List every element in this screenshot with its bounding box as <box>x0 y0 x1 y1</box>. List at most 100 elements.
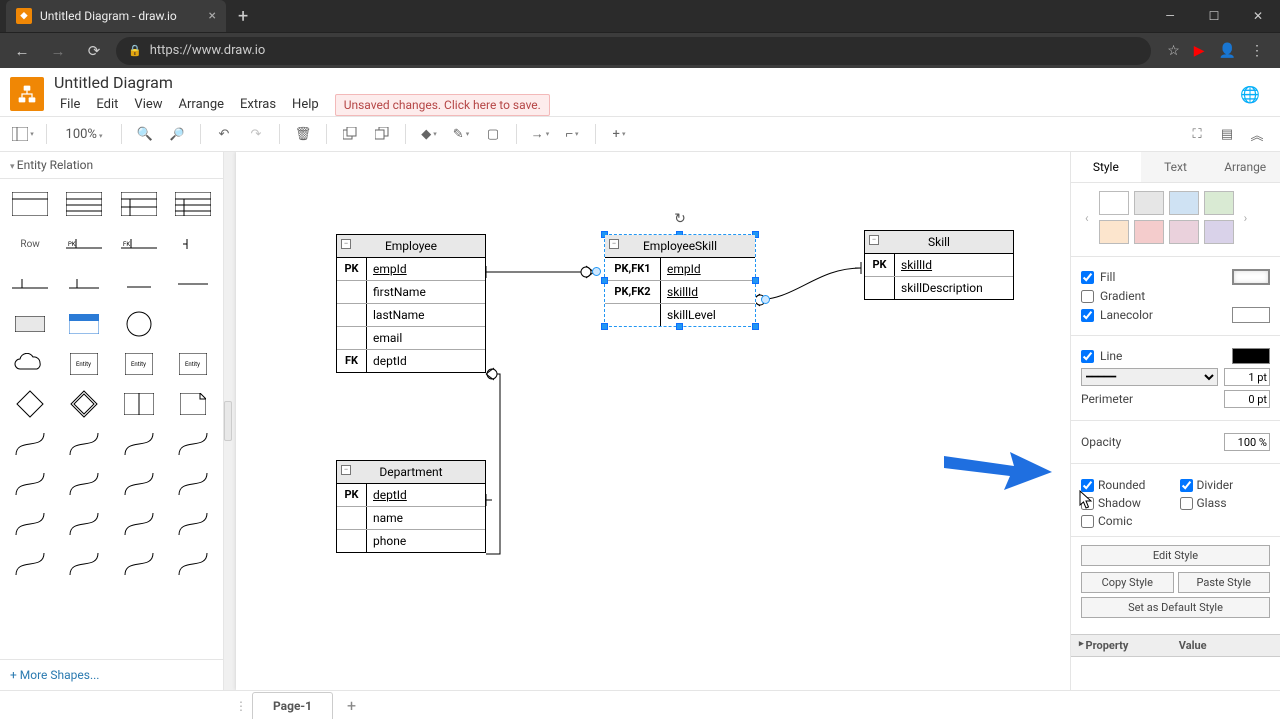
add-page-button[interactable]: + <box>337 692 366 719</box>
rotate-handle-icon[interactable]: ↻ <box>674 211 686 227</box>
fold-icon[interactable]: − <box>869 235 879 245</box>
swatch[interactable] <box>1134 191 1164 215</box>
comic-checkbox[interactable]: Comic <box>1081 514 1172 528</box>
connection-button[interactable]: → <box>527 121 553 147</box>
sidebar-splitter[interactable] <box>224 401 232 441</box>
page-tab-1[interactable]: Page-1 <box>252 692 333 719</box>
shape-entity-3[interactable]: Entity <box>171 347 215 381</box>
properties-header[interactable]: Property Value <box>1071 634 1280 657</box>
menu-edit[interactable]: Edit <box>90 95 124 114</box>
to-front-button[interactable] <box>337 121 363 147</box>
line-checkbox[interactable] <box>1081 350 1094 363</box>
fill-color-chip[interactable] <box>1232 269 1270 285</box>
swatch[interactable] <box>1169 191 1199 215</box>
shape-title-box[interactable] <box>8 307 52 341</box>
set-default-style-button[interactable]: Set as Default Style <box>1081 597 1270 618</box>
shape-row-fk[interactable]: FK <box>117 227 161 261</box>
swatch[interactable] <box>1169 220 1199 244</box>
tab-close-icon[interactable]: × <box>209 8 216 24</box>
gradient-checkbox[interactable] <box>1081 290 1094 303</box>
shape-conn-1[interactable] <box>8 427 52 461</box>
youtube-extension-icon[interactable]: ▶ <box>1194 43 1205 59</box>
zoom-out-button[interactable]: 🔎 <box>164 121 190 147</box>
pages-menu-icon[interactable]: ⋮ <box>234 699 248 713</box>
lanecolor-checkbox[interactable] <box>1081 309 1094 322</box>
fill-color-button[interactable]: ◆ <box>416 121 442 147</box>
shape-circle[interactable] <box>117 307 161 341</box>
shape-blue-box[interactable] <box>62 307 106 341</box>
browser-menu-icon[interactable]: ⋮ <box>1250 43 1264 59</box>
shadow-checkbox[interactable]: Shadow <box>1081 496 1172 510</box>
new-tab-button[interactable]: + <box>226 6 260 27</box>
line-width-input[interactable] <box>1224 368 1270 386</box>
swatch-prev-icon[interactable]: ‹ <box>1081 211 1093 225</box>
shape-conn-3[interactable] <box>117 427 161 461</box>
fold-icon[interactable]: − <box>341 239 351 249</box>
swatch-next-icon[interactable]: › <box>1240 211 1252 225</box>
zoom-level[interactable]: 100% <box>57 127 111 142</box>
shape-conn-6[interactable] <box>62 467 106 501</box>
shape-entity-1[interactable]: Entity <box>62 347 106 381</box>
shape-conn-11[interactable] <box>117 507 161 541</box>
tab-text[interactable]: Text <box>1141 152 1211 182</box>
shape-conn-13[interactable] <box>8 547 52 581</box>
save-warning[interactable]: Unsaved changes. Click here to save. <box>335 94 550 116</box>
line-style-select[interactable]: ━━━━━ <box>1081 368 1218 386</box>
to-back-button[interactable] <box>369 121 395 147</box>
erd-table-employeeskill[interactable]: ↻ ◆ −EmployeeSkill PK,FK1empId PK,FK2ski… <box>604 234 756 327</box>
shape-conn-4[interactable] <box>171 427 215 461</box>
shape-conn-9[interactable] <box>8 507 52 541</box>
window-close-button[interactable]: ✕ <box>1236 0 1280 32</box>
menu-arrange[interactable]: Arrange <box>173 95 230 114</box>
fill-checkbox[interactable] <box>1081 271 1094 284</box>
window-maximize-button[interactable]: ☐ <box>1192 0 1236 32</box>
erd-table-skill[interactable]: −Skill PKskillId skillDescription <box>864 230 1014 300</box>
shape-row-7[interactable] <box>117 267 161 301</box>
shape-conn-15[interactable] <box>117 547 161 581</box>
fullscreen-button[interactable]: ⛶ <box>1184 121 1210 147</box>
line-color-button[interactable]: ✎ <box>448 121 474 147</box>
perimeter-input[interactable] <box>1224 390 1270 408</box>
drawio-logo[interactable] <box>10 77 44 111</box>
shape-split-box[interactable] <box>117 387 161 421</box>
shape-table-1[interactable] <box>8 187 52 221</box>
redo-button[interactable]: ↷ <box>243 121 269 147</box>
back-button[interactable]: ← <box>8 37 36 65</box>
line-color-chip[interactable] <box>1232 348 1270 364</box>
shadow-button[interactable]: ▢ <box>480 121 506 147</box>
shape-conn-7[interactable] <box>117 467 161 501</box>
rounded-checkbox[interactable]: Rounded <box>1081 478 1172 492</box>
tab-style[interactable]: Style <box>1071 152 1141 182</box>
more-shapes-button[interactable]: + More Shapes... <box>0 659 223 690</box>
bookmark-icon[interactable]: ☆ <box>1167 43 1180 59</box>
swatch[interactable] <box>1099 191 1129 215</box>
shape-table-2[interactable] <box>62 187 106 221</box>
shape-conn-8[interactable] <box>171 467 215 501</box>
divider-checkbox[interactable]: Divider <box>1180 478 1271 492</box>
shape-cloud[interactable] <box>8 347 52 381</box>
tab-arrange[interactable]: Arrange <box>1210 152 1280 182</box>
document-title[interactable]: Untitled Diagram <box>54 73 550 92</box>
shape-conn-14[interactable] <box>62 547 106 581</box>
shape-table-3[interactable] <box>117 187 161 221</box>
edit-style-button[interactable]: Edit Style <box>1081 545 1270 566</box>
menu-extras[interactable]: Extras <box>234 95 282 114</box>
connection-endpoint[interactable] <box>761 295 770 304</box>
shape-conn-5[interactable] <box>8 467 52 501</box>
menu-file[interactable]: File <box>54 95 86 114</box>
reload-button[interactable]: ⟳ <box>80 37 108 65</box>
opacity-input[interactable] <box>1224 433 1270 451</box>
zoom-in-button[interactable]: 🔍 <box>132 121 158 147</box>
shape-note[interactable] <box>171 387 215 421</box>
profile-avatar-icon[interactable]: 👤 <box>1219 43 1236 59</box>
insert-button[interactable]: + <box>606 121 632 147</box>
fold-icon[interactable]: − <box>609 239 619 249</box>
shape-row-6[interactable] <box>62 267 106 301</box>
language-icon[interactable]: 🌐 <box>1240 85 1260 104</box>
browser-tab[interactable]: ◆ Untitled Diagram - draw.io × <box>6 0 226 32</box>
forward-button[interactable]: → <box>44 37 72 65</box>
shape-row-5[interactable] <box>8 267 52 301</box>
lanecolor-chip[interactable] <box>1232 307 1270 323</box>
shape-conn-16[interactable] <box>171 547 215 581</box>
erd-table-employee[interactable]: −Employee PKempId firstName lastName ema… <box>336 234 486 373</box>
